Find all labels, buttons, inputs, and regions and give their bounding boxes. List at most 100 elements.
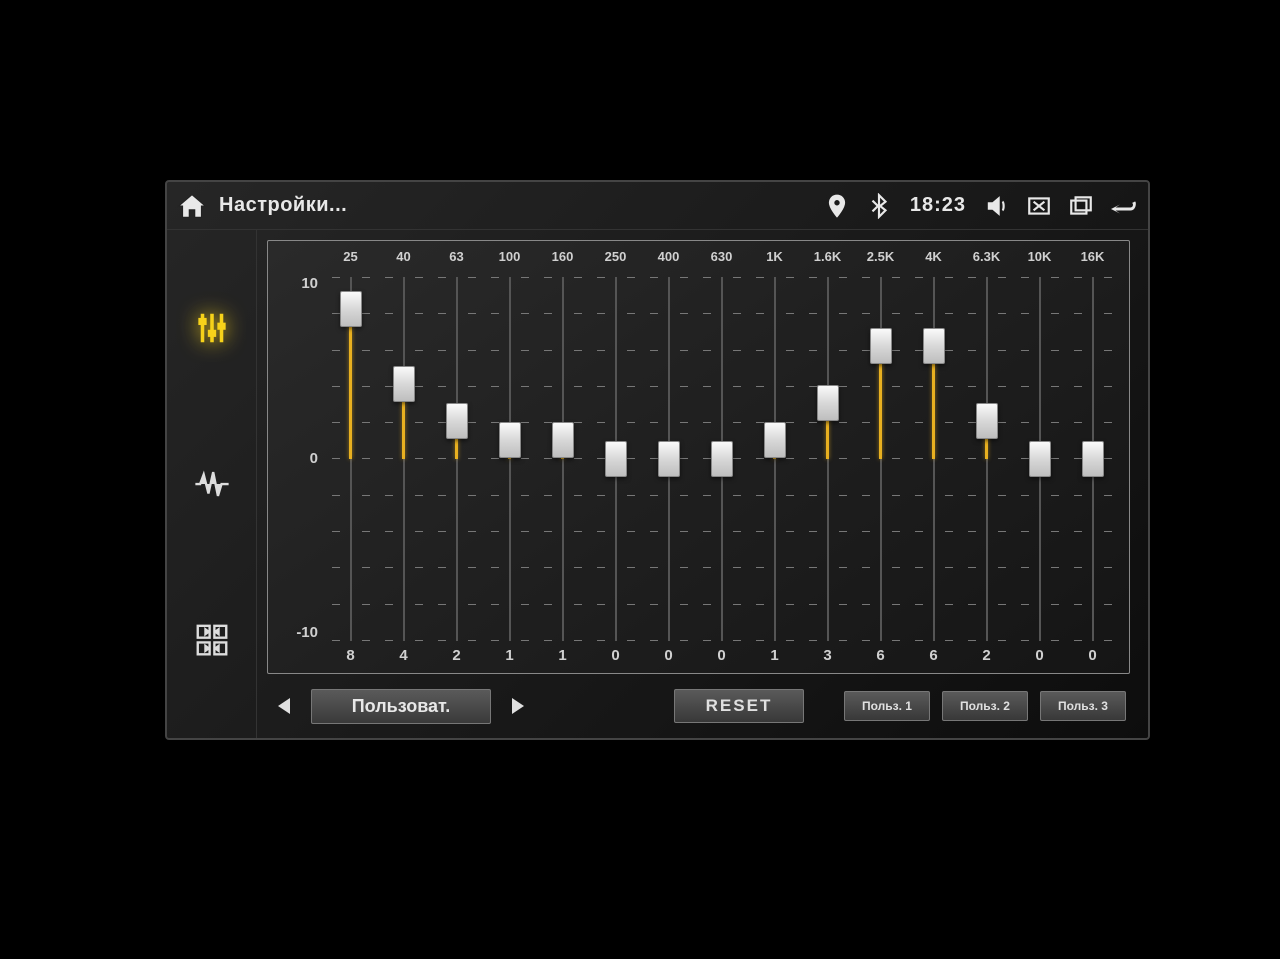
band-value-label: 0 — [1088, 647, 1096, 667]
slider-knob[interactable] — [711, 441, 733, 477]
band-value-label: 1 — [770, 647, 778, 667]
scale-mid: 0 — [310, 450, 318, 467]
band-value-label: 4 — [399, 647, 407, 667]
band-value-label: 0 — [717, 647, 725, 667]
band-freq-label: 6.3K — [973, 249, 1000, 271]
preset-next-button[interactable] — [503, 692, 531, 720]
slider-knob[interactable] — [605, 441, 627, 477]
sidebar-item-equalizer[interactable] — [190, 306, 234, 350]
recent-apps-icon[interactable] — [1066, 191, 1096, 221]
band-value-label: 1 — [558, 647, 566, 667]
slider-knob[interactable] — [923, 328, 945, 364]
reset-button[interactable]: RESET — [674, 689, 804, 723]
band-freq-label: 1K — [766, 249, 783, 271]
band-freq-label: 2.5K — [867, 249, 894, 271]
eq-band: 2.5K 6 — [854, 249, 907, 667]
eq-band: 1.6K 3 — [801, 249, 854, 667]
user-preset-2-button[interactable]: Польз. 2 — [942, 691, 1028, 721]
band-value-label: 0 — [1035, 647, 1043, 667]
band-value-label: 0 — [611, 647, 619, 667]
eq-band: 10K 0 — [1013, 249, 1066, 667]
eq-slider[interactable] — [536, 271, 589, 647]
eq-slider[interactable] — [801, 271, 854, 647]
slider-knob[interactable] — [817, 385, 839, 421]
preset-select[interactable]: Пользоват. — [311, 689, 491, 724]
band-freq-label: 10K — [1028, 249, 1052, 271]
back-icon[interactable] — [1108, 191, 1138, 221]
band-freq-label: 100 — [499, 249, 521, 271]
eq-slider[interactable] — [483, 271, 536, 647]
sidebar-item-balance[interactable] — [190, 618, 234, 662]
eq-slider[interactable] — [324, 271, 377, 647]
band-freq-label: 400 — [658, 249, 680, 271]
eq-band: 1K 1 — [748, 249, 801, 667]
scale-labels: 10 0 -10 — [276, 249, 324, 667]
band-value-label: 1 — [505, 647, 513, 667]
bottom-controls: Пользоват. RESET Польз. 1 Польз. 2 Польз… — [267, 674, 1130, 726]
band-value-label: 6 — [876, 647, 884, 667]
eq-band: 25 8 — [324, 249, 377, 667]
eq-band: 250 0 — [589, 249, 642, 667]
eq-slider[interactable] — [589, 271, 642, 647]
mute-icon[interactable] — [1024, 191, 1054, 221]
home-icon[interactable] — [177, 191, 207, 221]
band-value-label: 8 — [346, 647, 354, 667]
slider-knob[interactable] — [1029, 441, 1051, 477]
slider-knob[interactable] — [340, 291, 362, 327]
band-freq-label: 1.6K — [814, 249, 841, 271]
eq-band: 1601 — [536, 249, 589, 667]
slider-knob[interactable] — [1082, 441, 1104, 477]
eq-band: 6.3K 2 — [960, 249, 1013, 667]
band-value-label: 2 — [982, 647, 990, 667]
eq-band: 632 — [430, 249, 483, 667]
slider-knob[interactable] — [499, 422, 521, 458]
sidebar-item-sound[interactable] — [190, 462, 234, 506]
slider-knob[interactable] — [446, 403, 468, 439]
eq-slider[interactable] — [854, 271, 907, 647]
eq-slider[interactable] — [1066, 271, 1119, 647]
eq-band: 6300 — [695, 249, 748, 667]
bluetooth-icon[interactable] — [864, 191, 894, 221]
eq-band: 16K0 — [1066, 249, 1119, 667]
clock: 18:23 — [910, 194, 966, 217]
location-icon[interactable] — [822, 191, 852, 221]
eq-slider[interactable] — [907, 271, 960, 647]
eq-slider[interactable] — [1013, 271, 1066, 647]
sidebar — [167, 230, 257, 738]
band-freq-label: 63 — [449, 249, 463, 271]
band-value-label: 3 — [823, 647, 831, 667]
slider-knob[interactable] — [870, 328, 892, 364]
page-title: Настройки... — [219, 194, 810, 217]
user-preset-1-button[interactable]: Польз. 1 — [844, 691, 930, 721]
band-freq-label: 40 — [396, 249, 410, 271]
eq-slider[interactable] — [695, 271, 748, 647]
band-freq-label: 250 — [605, 249, 627, 271]
eq-slider[interactable] — [377, 271, 430, 647]
slider-knob[interactable] — [552, 422, 574, 458]
slider-knob[interactable] — [658, 441, 680, 477]
eq-slider[interactable] — [960, 271, 1013, 647]
user-preset-3-button[interactable]: Польз. 3 — [1040, 691, 1126, 721]
eq-band: 4K 6 — [907, 249, 960, 667]
eq-slider[interactable] — [642, 271, 695, 647]
status-bar: Настройки... 18:23 — [167, 182, 1148, 230]
eq-band: 400 0 — [642, 249, 695, 667]
eq-slider[interactable] — [748, 271, 801, 647]
preset-prev-button[interactable] — [271, 692, 299, 720]
band-value-label: 0 — [664, 647, 672, 667]
scale-min: -10 — [296, 624, 318, 641]
scale-max: 10 — [301, 275, 318, 292]
band-freq-label: 4K — [925, 249, 942, 271]
band-freq-label: 25 — [343, 249, 357, 271]
main-panel: 10 0 -10 258404632100116012500400063001K… — [257, 230, 1148, 738]
eq-bands: 258404632100116012500400063001K11.6K32.5… — [324, 249, 1119, 667]
eq-slider[interactable] — [430, 271, 483, 647]
band-value-label: 6 — [929, 647, 937, 667]
slider-knob[interactable] — [764, 422, 786, 458]
eq-band: 40 4 — [377, 249, 430, 667]
volume-icon[interactable] — [982, 191, 1012, 221]
slider-knob[interactable] — [976, 403, 998, 439]
app-screen: Настройки... 18:23 — [165, 180, 1150, 740]
slider-knob[interactable] — [393, 366, 415, 402]
eq-band: 100 1 — [483, 249, 536, 667]
